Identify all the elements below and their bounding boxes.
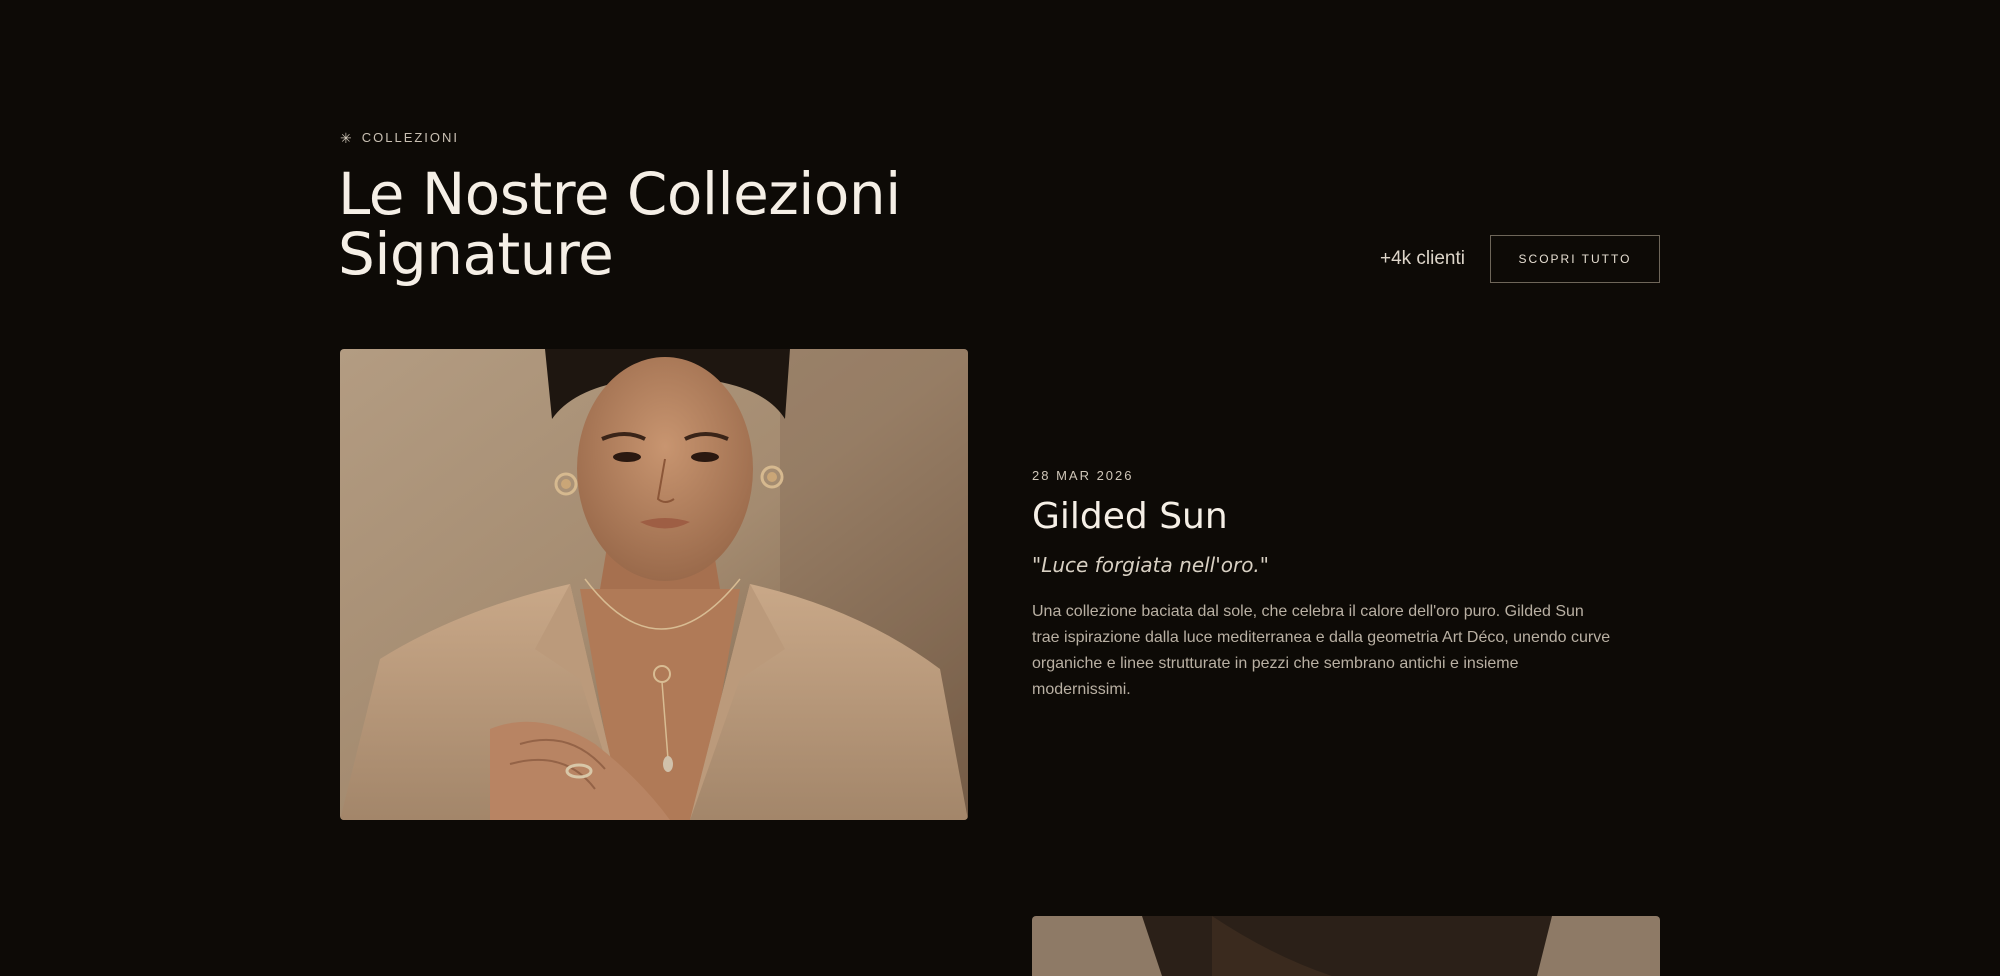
eyebrow-label: COLLEZIONI [361,130,460,145]
page-title-line-2: Signature [338,220,614,288]
section-eyebrow: ✳ COLLEZIONI [340,130,459,145]
collection-tagline: "Luce forgiata nell'oro." [1032,552,1269,577]
next-collection-image[interactable] [1032,916,1660,976]
model-photo [340,349,968,820]
page-title: Le Nostre Collezioni Signature [338,164,1038,284]
collection-description: Una collezione baciata dal sole, che cel… [1032,602,1611,698]
collection-title[interactable]: Gilded Sun [1032,497,1612,537]
sparkle-icon: ✳ [340,129,354,146]
header-actions: +4k clienti SCOPRI TUTTO [1380,235,1660,283]
collection-image[interactable] [340,349,968,820]
discover-all-button[interactable]: SCOPRI TUTTO [1490,235,1660,283]
collection-date: 28 MAR 2026 [1032,468,1134,483]
collection-info: 28 MAR 2026 Gilded Sun "Luce forgiata ne… [1032,468,1612,703]
client-count: +4k clienti [1379,248,1465,269]
page-title-line-1: Le Nostre Collezioni [338,160,901,228]
next-collection-photo [1032,916,1660,976]
